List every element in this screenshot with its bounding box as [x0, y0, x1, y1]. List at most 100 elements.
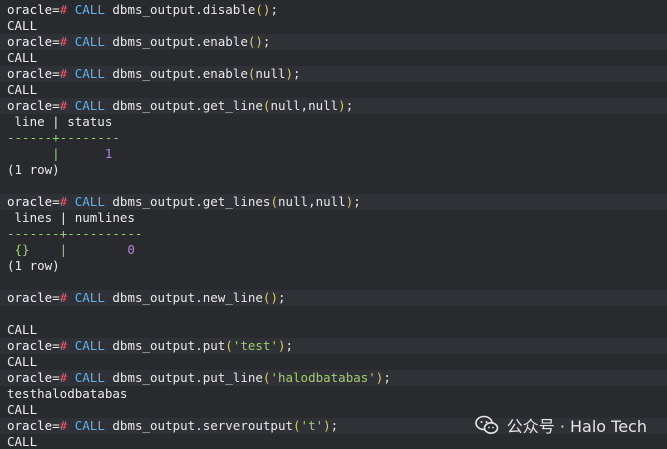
- separator-text: ------+--------: [7, 130, 120, 145]
- semicolon: ;: [277, 290, 286, 305]
- semicolon: ;: [383, 370, 391, 385]
- close-paren: ): [270, 290, 278, 305]
- function-name: dbms_output.get_lines: [112, 194, 271, 209]
- prompt-hash: #: [59, 66, 68, 81]
- close-paren: ): [255, 34, 263, 49]
- prompt-text: oracle=: [7, 98, 60, 113]
- output-line: testhalodbatabas: [0, 386, 667, 402]
- function-name: dbms_output.serveroutput: [112, 418, 294, 433]
- function-name: dbms_output.get_line: [112, 98, 263, 113]
- semicolon: ;: [345, 98, 354, 113]
- row-value: 1: [104, 146, 113, 161]
- command-line: oracle=# CALL dbms_output.enable(null);: [0, 66, 667, 82]
- prompt-text: oracle=: [7, 338, 60, 353]
- watermark-text: 公众号 · Halo Tech: [506, 417, 647, 436]
- function-name: dbms_output.enable: [112, 66, 248, 81]
- prompt-text: oracle=: [7, 290, 60, 305]
- output-text: CALL: [7, 50, 38, 65]
- output-text: CALL: [7, 434, 38, 449]
- table-separator: ------+--------: [0, 130, 667, 146]
- output-text: CALL: [7, 82, 38, 97]
- call-keyword: CALL: [74, 370, 105, 385]
- command-line: oracle=# CALL dbms_output.put_line('halo…: [0, 370, 667, 386]
- close-paren: ): [285, 66, 294, 81]
- open-paren: (: [270, 194, 278, 209]
- function-args: null,null: [277, 194, 346, 209]
- prompt-hash: #: [59, 2, 68, 17]
- row-cell-gap: |: [7, 146, 105, 161]
- function-name: dbms_output.put: [112, 338, 226, 353]
- row-value-numlines: 0: [127, 242, 135, 257]
- prompt-hash: #: [59, 370, 68, 385]
- prompt-hash: #: [59, 34, 68, 49]
- terminal-window[interactable]: oracle=# CALL dbms_output.disable(); CALL…: [0, 0, 667, 449]
- prompt-text: oracle=: [7, 370, 60, 385]
- call-keyword: CALL: [74, 418, 105, 433]
- command-line: oracle=# CALL dbms_output.enable();: [0, 34, 667, 50]
- open-paren: (: [255, 2, 263, 17]
- close-paren: ): [338, 98, 346, 113]
- output-line: CALL: [0, 50, 667, 66]
- output-line: line | status: [0, 114, 667, 130]
- prompt-text: oracle=: [7, 34, 60, 49]
- command-line: oracle=# CALL dbms_output.new_line();: [0, 290, 667, 306]
- output-line: lines | numlines: [0, 210, 667, 226]
- table-row: | 1: [0, 146, 667, 162]
- prompt-text: oracle=: [7, 194, 60, 209]
- output-line: (1 row): [0, 258, 667, 274]
- output-text: lines | numlines: [7, 210, 135, 225]
- output-line: CALL: [0, 354, 667, 370]
- function-name: dbms_output.enable: [112, 34, 248, 49]
- output-text: (1 row): [7, 162, 60, 177]
- output-text: line | status: [7, 114, 113, 129]
- close-paren: ): [323, 418, 331, 433]
- prompt-hash: #: [59, 290, 68, 305]
- call-keyword: CALL: [74, 2, 105, 17]
- row-cell-gap: |: [29, 242, 128, 257]
- row-value-lines: {}: [7, 242, 30, 257]
- semicolon: ;: [262, 34, 271, 49]
- output-text: CALL: [7, 354, 38, 369]
- watermark: 公众号 · Halo Tech: [474, 413, 647, 437]
- function-name: dbms_output.new_line: [112, 290, 263, 305]
- command-line: oracle=# CALL dbms_output.get_lines(null…: [0, 194, 667, 210]
- wechat-icon: [474, 415, 499, 434]
- prompt-text: oracle=: [7, 2, 60, 17]
- semicolon: ;: [285, 338, 294, 353]
- function-name: dbms_output.put_line: [112, 370, 263, 385]
- prompt-text: oracle=: [7, 66, 60, 81]
- open-paren: (: [293, 418, 301, 433]
- call-keyword: CALL: [74, 338, 105, 353]
- call-keyword: CALL: [74, 34, 105, 49]
- prompt-hash: #: [59, 418, 68, 433]
- call-keyword: CALL: [74, 98, 105, 113]
- separator-text: -------+----------: [7, 226, 143, 241]
- prompt-text: oracle=: [7, 418, 60, 433]
- prompt-hash: #: [59, 338, 68, 353]
- output-line: (1 row): [0, 162, 667, 178]
- function-args: null,null: [270, 98, 339, 113]
- open-paren: (: [225, 338, 233, 353]
- function-args: 'test': [232, 338, 278, 353]
- function-name: dbms_output.disable: [112, 2, 256, 17]
- function-args: 't': [300, 418, 324, 433]
- call-keyword: CALL: [74, 194, 105, 209]
- call-keyword: CALL: [74, 66, 105, 81]
- command-line: oracle=# CALL dbms_output.disable();: [0, 2, 667, 18]
- command-line: oracle=# CALL dbms_output.put('test');: [0, 338, 667, 354]
- semicolon: ;: [293, 66, 301, 81]
- close-paren: ): [277, 338, 286, 353]
- prompt-hash: #: [59, 98, 68, 113]
- output-line: CALL: [0, 18, 667, 34]
- function-args: null: [255, 66, 286, 81]
- semicolon: ;: [270, 2, 278, 17]
- output-text: CALL: [7, 18, 38, 33]
- semicolon: ;: [330, 418, 339, 433]
- command-line: oracle=# CALL dbms_output.get_line(null,…: [0, 98, 667, 114]
- call-keyword: CALL: [74, 290, 105, 305]
- function-args: 'halodbatabas': [270, 370, 376, 385]
- output-text: CALL: [7, 402, 38, 417]
